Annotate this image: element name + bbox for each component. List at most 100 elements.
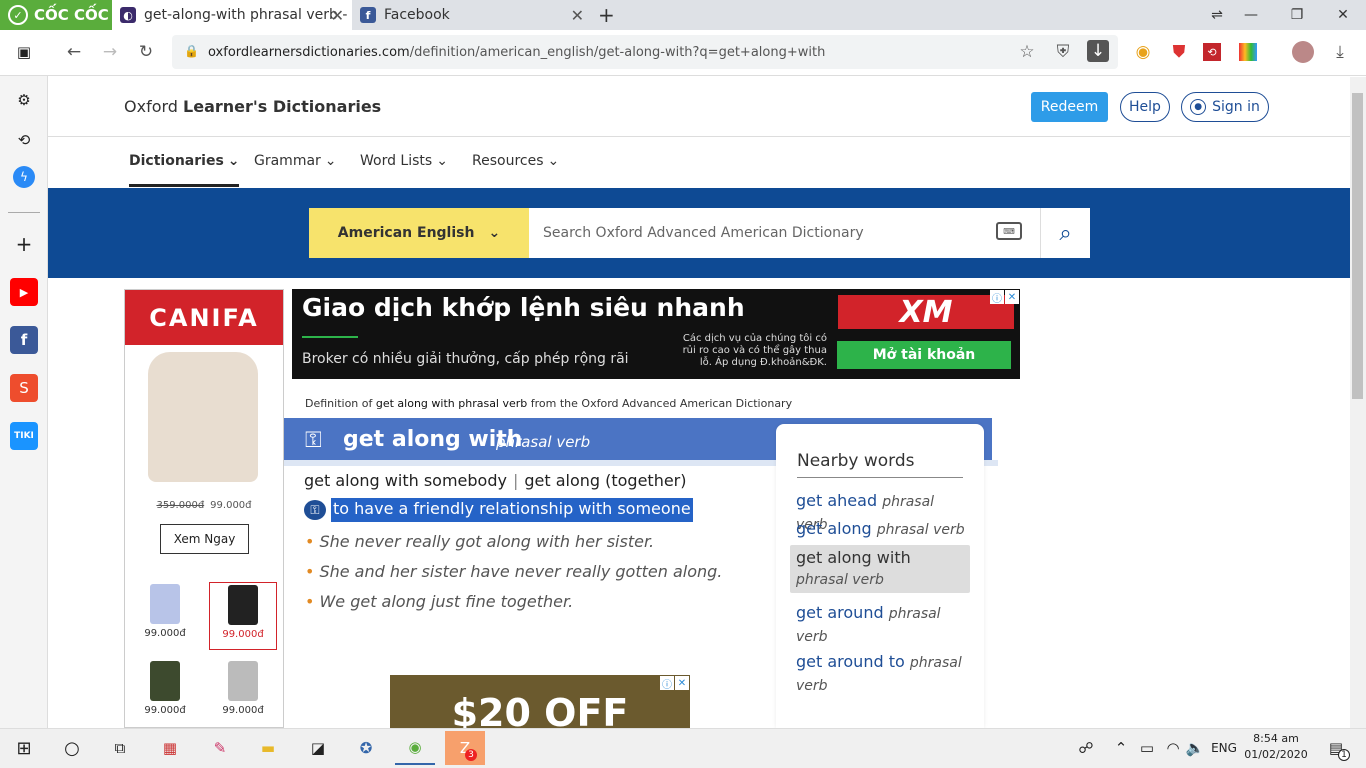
bullet-icon: • xyxy=(305,592,315,611)
messenger-button[interactable]: ϟ xyxy=(13,166,35,188)
tab-facebook[interactable]: f Facebook ✕ xyxy=(352,0,592,30)
notification-badge: 3 xyxy=(465,749,477,761)
action-center-button[interactable]: ▤ 1 xyxy=(1316,731,1356,765)
extension-icon: ◉ xyxy=(1135,42,1151,62)
ad-thumb[interactable]: 99.000đ xyxy=(209,582,277,650)
example-sentence: • We get along just fine together. xyxy=(305,592,573,611)
extension-2[interactable]: ⛊ xyxy=(1167,40,1191,64)
minimize-button[interactable]: — xyxy=(1228,0,1274,30)
nearby-item[interactable]: get around phrasal verb xyxy=(796,602,966,648)
settings-button[interactable]: ⚙ xyxy=(10,86,38,114)
people-icon: ☍ xyxy=(1078,739,1094,757)
tray-expand-button[interactable]: ⌃ xyxy=(1108,731,1134,765)
close-icon[interactable]: ✕ xyxy=(331,6,344,25)
shield-button[interactable]: ⛨ xyxy=(1051,40,1075,64)
search-button[interactable]: ○ xyxy=(52,731,92,765)
forward-button[interactable]: → xyxy=(98,40,122,64)
extension-3[interactable]: ⟲ xyxy=(1203,43,1221,61)
scrollbar-thumb[interactable] xyxy=(1352,93,1363,399)
download-button[interactable]: ↓ xyxy=(1087,40,1109,62)
arrow-right-icon: → xyxy=(102,42,118,62)
example-sentence: • She never really got along with her sis… xyxy=(305,532,654,551)
language-indicator[interactable]: ENG xyxy=(1206,731,1242,765)
bottom-ad[interactable]: $20 OFF xyxy=(390,675,690,728)
file-explorer-button[interactable]: ▬ xyxy=(248,731,288,765)
tiki-shortcut[interactable]: TIKI xyxy=(10,422,38,450)
windows-icon: ⊞ xyxy=(16,737,32,759)
taskbar-app-3[interactable]: ◪ xyxy=(298,731,338,765)
volume-icon[interactable]: 🔈 xyxy=(1182,731,1208,765)
definition-text[interactable]: to have a friendly relationship with som… xyxy=(331,498,693,522)
nav-word-lists[interactable]: Word Lists ⌄ xyxy=(360,153,448,187)
bookmark-star-button[interactable]: ☆ xyxy=(1015,40,1039,64)
ad-thumb[interactable]: 99.000đ xyxy=(131,659,199,725)
minimize-icon: — xyxy=(1244,7,1258,23)
facebook-shortcut[interactable]: f xyxy=(10,326,38,354)
zalo-taskbar-button[interactable]: Z3 xyxy=(445,731,485,765)
redeem-button[interactable]: Redeem xyxy=(1031,92,1108,122)
adchoices-icon[interactable]: ⓘ xyxy=(660,676,674,691)
product-image[interactable] xyxy=(148,352,258,482)
nav-resources[interactable]: Resources ⌄ xyxy=(472,153,559,187)
ad-brand-logo: XM xyxy=(838,295,1014,330)
dictionary-select[interactable]: American English ⌄ xyxy=(309,208,529,258)
maximize-button[interactable]: ❐ xyxy=(1274,0,1320,30)
oxford-key-icon: ⚿ xyxy=(304,500,326,520)
shopee-shortcut[interactable]: S xyxy=(10,374,38,402)
ad-thumb[interactable]: 99.000đ xyxy=(209,659,277,725)
close-window-button[interactable]: ✕ xyxy=(1320,0,1366,30)
battery-icon[interactable]: ▭ xyxy=(1134,731,1160,765)
nav-label: Word Lists xyxy=(360,153,433,169)
chevron-down-icon: ⌄ xyxy=(324,153,337,169)
url-path: /definition/american_english/get-along-w… xyxy=(409,44,826,60)
extension-icon: ⟲ xyxy=(1207,45,1217,59)
taskbar-app-4[interactable]: ✪ xyxy=(346,731,386,765)
tab-dictionary[interactable]: ◐ get-along-with phrasal verb - ✕ xyxy=(112,0,352,30)
taskbar-app-2[interactable]: ✎ xyxy=(200,731,240,765)
sidebar-toggle[interactable]: ▣ xyxy=(10,38,38,66)
start-button[interactable]: ⊞ xyxy=(4,731,44,765)
close-icon[interactable]: ✕ xyxy=(675,676,689,690)
coccoc-taskbar-button[interactable]: ◉ xyxy=(395,731,435,765)
tab-title: get-along-with phrasal verb - xyxy=(144,7,348,23)
keyboard-icon[interactable]: ⌨ xyxy=(996,222,1022,240)
ad-disclaimer: Các dịch vụ của chúng tôi có rủi ro cao … xyxy=(682,333,827,368)
ad-cta-button[interactable]: Xem Ngay xyxy=(160,524,249,554)
site-logo[interactable]: Oxford Learner's Dictionaries xyxy=(124,97,381,116)
back-button[interactable]: ← xyxy=(62,40,86,64)
search-button[interactable]: ⌕ xyxy=(1040,208,1090,258)
help-button[interactable]: Help xyxy=(1120,92,1170,122)
sign-in-button[interactable]: ● Sign in xyxy=(1181,92,1269,122)
nav-grammar[interactable]: Grammar ⌄ xyxy=(254,153,337,187)
nearby-item-current[interactable]: get along with phrasal verb xyxy=(790,545,970,593)
adchoices-icon[interactable]: ⓘ xyxy=(990,290,1004,305)
ad-thumb[interactable]: 99.000đ xyxy=(131,582,199,648)
extension-1[interactable]: ◉ xyxy=(1131,40,1155,64)
browser-menu-button[interactable]: ✓ CỐC CỐC xyxy=(0,0,112,30)
reload-button[interactable]: ↻ xyxy=(134,40,158,64)
coccoc-logo-icon: ✓ xyxy=(8,5,28,25)
profile-avatar[interactable] xyxy=(1292,41,1314,63)
bullet-icon: • xyxy=(305,562,315,581)
new-tab-button[interactable]: + xyxy=(594,0,622,30)
close-icon[interactable]: ✕ xyxy=(571,6,584,25)
top-ad[interactable]: Giao dịch khớp lệnh siêu nhanh Broker có… xyxy=(292,289,1020,379)
search-input[interactable] xyxy=(529,208,1040,258)
task-view-button[interactable]: ⧉ xyxy=(100,731,140,765)
nearby-item[interactable]: get around to phrasal verb xyxy=(796,651,966,697)
add-shortcut-button[interactable]: + xyxy=(10,230,38,258)
taskbar-app-1[interactable]: ▦ xyxy=(150,731,190,765)
clock[interactable]: 8:54 am 01/02/2020 xyxy=(1240,731,1312,763)
youtube-shortcut[interactable]: ▶ xyxy=(10,278,38,306)
address-bar[interactable]: 🔒 oxfordlearnersdictionaries.com/definit… xyxy=(172,35,1118,69)
ad-cta-button[interactable]: Mở tài khoản xyxy=(837,341,1011,369)
extension-4[interactable] xyxy=(1239,43,1257,61)
nearby-pos: phrasal verb xyxy=(796,572,884,588)
nav-dictionaries[interactable]: Dictionaries ⌄ xyxy=(129,153,240,187)
downloads-button[interactable]: ⤓ xyxy=(1328,40,1352,64)
nearby-item[interactable]: get along phrasal verb xyxy=(796,518,966,541)
people-button[interactable]: ☍ xyxy=(1068,731,1104,765)
history-button[interactable]: ⟲ xyxy=(10,126,38,154)
close-icon[interactable]: ✕ xyxy=(1005,290,1019,304)
arrow-left-icon: ← xyxy=(66,42,82,62)
